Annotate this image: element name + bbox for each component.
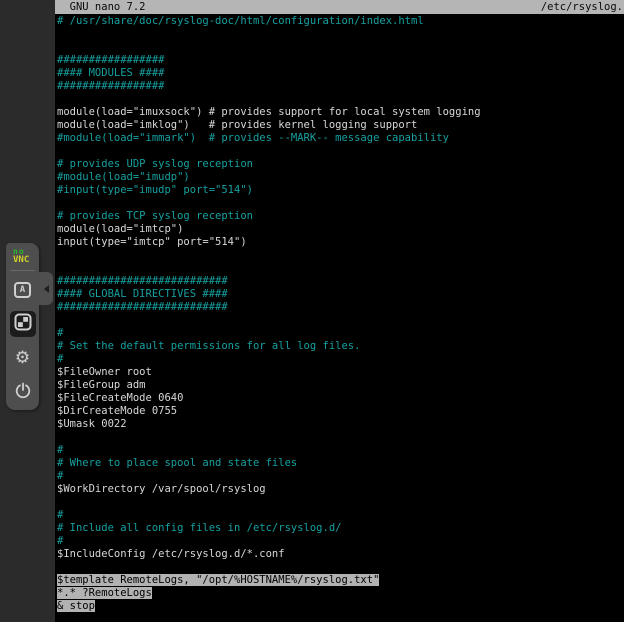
novnc-logo-vnc: VNC [13,256,39,265]
editor-line: #module(load="immark") # provides --MARK… [57,132,624,145]
editor-line [57,561,624,574]
terminal-window[interactable]: GNU nano 7.2 /etc/rsyslog. # /usr/share/… [55,0,624,622]
screen: no VNC A ⚙ [0,0,624,622]
editor-line [57,145,624,158]
editor-line: $DirCreateMode 0755 [57,405,624,418]
editor-line [57,496,624,509]
editor-line: ########################### [57,301,624,314]
editor-line: input(type="imtcp" port="514") [57,236,624,249]
editor-line: module(load="imuxsock") # provides suppo… [57,106,624,119]
settings-button[interactable]: ⚙ [10,345,36,371]
nano-filename: /etc/rsyslog. [541,0,623,14]
editor-line: #module(load="imudp") [57,171,624,184]
editor-line: *.* ?RemoteLogs [57,587,624,600]
nano-version: GNU nano 7.2 [57,0,146,14]
editor-line: ########################### [57,275,624,288]
editor-line: $IncludeConfig /etc/rsyslog.d/*.conf [57,548,624,561]
editor-line [57,262,624,275]
panel-collapse-handle[interactable] [39,272,53,305]
panel-divider [10,270,35,271]
nano-editor-buffer[interactable]: # /usr/share/doc/rsyslog-doc/html/config… [57,15,624,613]
keyboard-icon: A [14,282,31,298]
editor-line: # [57,444,624,457]
editor-line [57,431,624,444]
editor-line: module(load="imklog") # provides kernel … [57,119,624,132]
editor-line: & stop [57,600,624,613]
editor-line: $WorkDirectory /var/spool/rsyslog [57,483,624,496]
novnc-logo: no VNC [6,243,39,267]
gear-icon: ⚙ [15,350,30,367]
editor-line: # [57,327,624,340]
editor-line: #input(type="imudp" port="514") [57,184,624,197]
editor-line [57,314,624,327]
editor-line: $FileGroup adm [57,379,624,392]
novnc-control-bar: no VNC A ⚙ [6,243,39,410]
power-button[interactable] [10,379,36,405]
fullscreen-icon [14,313,32,335]
novnc-background-strip: no VNC A ⚙ [0,0,55,622]
editor-line [57,28,624,41]
editor-line: # [57,535,624,548]
editor-line [57,41,624,54]
editor-line: # provides UDP syslog reception [57,158,624,171]
editor-line: # [57,509,624,522]
editor-line: #### MODULES #### [57,67,624,80]
editor-line: # /usr/share/doc/rsyslog-doc/html/config… [57,15,624,28]
editor-line: ################# [57,54,624,67]
editor-line: $template RemoteLogs, "/opt/%HOSTNAME%/r… [57,574,624,587]
editor-line [57,249,624,262]
editor-line: # Set the default permissions for all lo… [57,340,624,353]
editor-line: # provides TCP syslog reception [57,210,624,223]
editor-line: # [57,353,624,366]
editor-line: module(load="imtcp") [57,223,624,236]
editor-line: $FileOwner root [57,366,624,379]
nano-titlebar: GNU nano 7.2 /etc/rsyslog. [55,0,624,14]
power-icon [14,381,32,403]
chevron-left-icon [44,285,49,293]
fullscreen-button[interactable] [10,311,36,337]
editor-line [57,93,624,106]
editor-line: #### GLOBAL DIRECTIVES #### [57,288,624,301]
editor-line [57,197,624,210]
editor-line: ################# [57,80,624,93]
editor-line: # Where to place spool and state files [57,457,624,470]
editor-line: $Umask 0022 [57,418,624,431]
editor-line: $FileCreateMode 0640 [57,392,624,405]
editor-line: # [57,470,624,483]
editor-line: # Include all config files in /etc/rsysl… [57,522,624,535]
keyboard-button[interactable]: A [10,277,36,303]
